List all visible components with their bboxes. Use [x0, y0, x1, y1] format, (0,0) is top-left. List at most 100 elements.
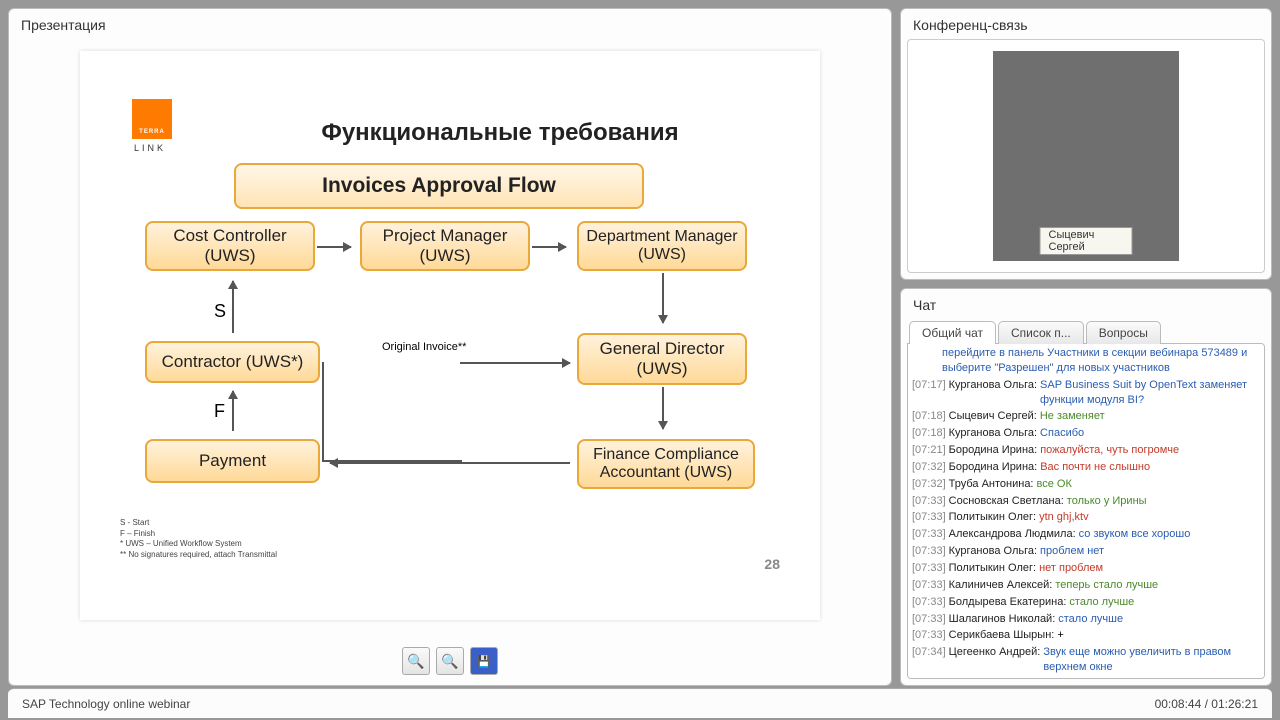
conference-body: Сыцевич Сергей — [907, 39, 1265, 273]
diskette-icon: 💾 — [477, 655, 491, 668]
tab-common-chat[interactable]: Общий чат — [909, 321, 996, 344]
chat-message: [07:32] Труба Антонина: все ОК — [912, 476, 1260, 493]
arrow-icon — [662, 387, 664, 429]
chat-author: Александрова Людмила: — [949, 527, 1076, 542]
chat-author: Болдырева Екатерина: — [949, 595, 1067, 610]
chat-message: [07:33] Серикбаева Шырын: + — [912, 627, 1260, 644]
zoom-out-button[interactable]: 🔍 — [436, 647, 464, 675]
chat-author: Труба Антонина: — [949, 477, 1034, 492]
node-general-director: General Director (UWS) — [577, 333, 747, 385]
chat-message: [07:18] Курганова Ольга: Спасибо — [912, 425, 1260, 442]
chat-author: Политыкин Олег: — [949, 510, 1036, 525]
chat-text: все ОК — [1037, 477, 1072, 492]
presentation-body: TERRA LINK Функциональные требования Inv… — [11, 39, 889, 641]
chat-messages[interactable]: перейдите в панель Участники в секции ве… — [907, 343, 1265, 679]
chat-text: SAP Business Suit by OpenText заменяет ф… — [1040, 378, 1260, 408]
chat-time: [07:33] — [912, 494, 946, 509]
node-payment: Payment — [145, 439, 320, 483]
chat-text: теперь стало лучше — [1055, 578, 1158, 593]
chat-message: [07:33] Болдырева Екатерина: стало лучше — [912, 594, 1260, 611]
chat-system-message: перейдите в панель Участники в секции ве… — [912, 345, 1260, 377]
chat-time: [07:33] — [912, 595, 946, 610]
node-cost-controller: Cost Controller (UWS) — [145, 221, 315, 271]
chat-message: [07:33] Политыкин Олег: нет проблем — [912, 560, 1260, 577]
presentation-panel: Презентация TERRA LINK Функциональные тр… — [8, 8, 892, 686]
chat-message: [07:33] Курганова Ольга: проблем нет — [912, 543, 1260, 560]
chat-author: Цегеенко Андрей: — [949, 645, 1041, 675]
bottom-bar: SAP Technology online webinar 00:08:44 /… — [8, 688, 1272, 718]
chat-message: [07:17] Курганова Ольга: SAP Business Su… — [912, 377, 1260, 409]
chat-text: со звуком все хорошо — [1079, 527, 1191, 542]
chat-time: [07:33] — [912, 578, 946, 593]
chat-author: Политыкин Олег: — [949, 561, 1036, 576]
playback-time: 00:08:44 / 01:26:21 — [1155, 697, 1258, 711]
chat-time: [07:33] — [912, 510, 946, 525]
chat-time: [07:33] — [912, 561, 946, 576]
chat-author: Бородина Ирина: — [949, 443, 1038, 458]
chat-message: [07:21] Бородина Ирина: пожалуйста, чуть… — [912, 442, 1260, 459]
arrow-icon — [460, 362, 570, 364]
chat-message: [07:33] Сосновская Светлана: только у Ир… — [912, 493, 1260, 510]
chat-time: [07:18] — [912, 409, 946, 424]
flow-header: Invoices Approval Flow — [234, 163, 644, 209]
chat-time: [07:34] — [912, 645, 946, 675]
chat-panel: Чат Общий чат Список п... Вопросы перейд… — [900, 288, 1272, 686]
tab-participants[interactable]: Список п... — [998, 321, 1084, 344]
chat-text: стало лучше — [1069, 595, 1134, 610]
elbow-connector — [322, 362, 462, 462]
presenter-video[interactable]: Сыцевич Сергей — [993, 51, 1179, 261]
slide-title: Функциональные требования — [80, 119, 820, 147]
zoom-in-button[interactable]: 🔍 — [402, 647, 430, 675]
node-department-manager: Department Manager (UWS) — [577, 221, 747, 271]
chat-text: Вас почти не слышно — [1040, 460, 1150, 475]
slide: TERRA LINK Функциональные требования Inv… — [80, 51, 820, 620]
presenter-name-tag: Сыцевич Сергей — [1040, 227, 1133, 255]
webinar-title: SAP Technology online webinar — [22, 697, 190, 711]
arrow-icon — [317, 246, 351, 248]
chat-author: Курганова Ольга: — [949, 426, 1037, 441]
arrow-icon — [662, 273, 664, 323]
chat-time: [07:32] — [912, 460, 946, 475]
chat-text: нет проблем — [1039, 561, 1103, 576]
node-contractor: Contractor (UWS*) — [145, 341, 320, 383]
presentation-title: Презентация — [11, 11, 889, 39]
tab-questions[interactable]: Вопросы — [1086, 321, 1161, 344]
slide-footnote: S - Start F – Finish * UWS – Unified Wor… — [120, 518, 277, 560]
chat-message: [07:33] Калиничев Алексей: теперь стало … — [912, 577, 1260, 594]
arrow-icon — [232, 391, 234, 431]
chat-author: Шалагинов Николай: — [949, 612, 1056, 627]
chat-text: ytn ghj,ktv — [1039, 510, 1089, 525]
chat-time: [07:21] — [912, 443, 946, 458]
node-project-manager: Project Manager (UWS) — [360, 221, 530, 271]
chat-text: + — [1057, 628, 1063, 643]
conference-panel: Конференц-связь Сыцевич Сергей — [900, 8, 1272, 280]
chat-author: Калиничев Алексей: — [949, 578, 1053, 593]
chat-time: [07:33] — [912, 544, 946, 559]
chat-message: [07:33] Шалагинов Николай: стало лучше — [912, 611, 1260, 628]
chat-author: Курганова Ольга: — [949, 544, 1037, 559]
chat-message: [07:18] Сыцевич Сергей: Не заменяет — [912, 408, 1260, 425]
save-button[interactable]: 💾 — [470, 647, 498, 675]
chat-time: [07:33] — [912, 628, 946, 643]
label-f: F — [214, 401, 225, 422]
chat-time: [07:32] — [912, 477, 946, 492]
chat-author: Бородина Ирина: — [949, 460, 1038, 475]
chat-title: Чат — [903, 291, 1269, 319]
magnify-minus-icon: 🔍 — [441, 653, 458, 670]
chat-tabs: Общий чат Список п... Вопросы — [903, 321, 1269, 344]
page-number: 28 — [764, 556, 780, 572]
chat-message: [07:33] Александрова Людмила: со звуком … — [912, 526, 1260, 543]
chat-author: Сосновская Светлана: — [949, 494, 1064, 509]
node-finance-compliance: Finance Compliance Accountant (UWS) — [577, 439, 755, 489]
chat-message: [07:33] Политыкин Олег: ytn ghj,ktv — [912, 509, 1260, 526]
chat-text: Спасибо — [1040, 426, 1084, 441]
chat-time: [07:17] — [912, 378, 946, 408]
arrow-icon — [532, 246, 566, 248]
presentation-toolbar: 🔍 🔍 💾 — [11, 641, 889, 683]
chat-message: [07:32] Бородина Ирина: Вас почти не слы… — [912, 459, 1260, 476]
arrow-icon — [330, 462, 570, 464]
chat-text: проблем нет — [1040, 544, 1104, 559]
chat-text: Звук еще можно увеличить в правом верхне… — [1043, 645, 1260, 675]
chat-text: стало лучше — [1058, 612, 1123, 627]
chat-message: [07:34] Цегеенко Андрей: Звук еще можно … — [912, 644, 1260, 676]
